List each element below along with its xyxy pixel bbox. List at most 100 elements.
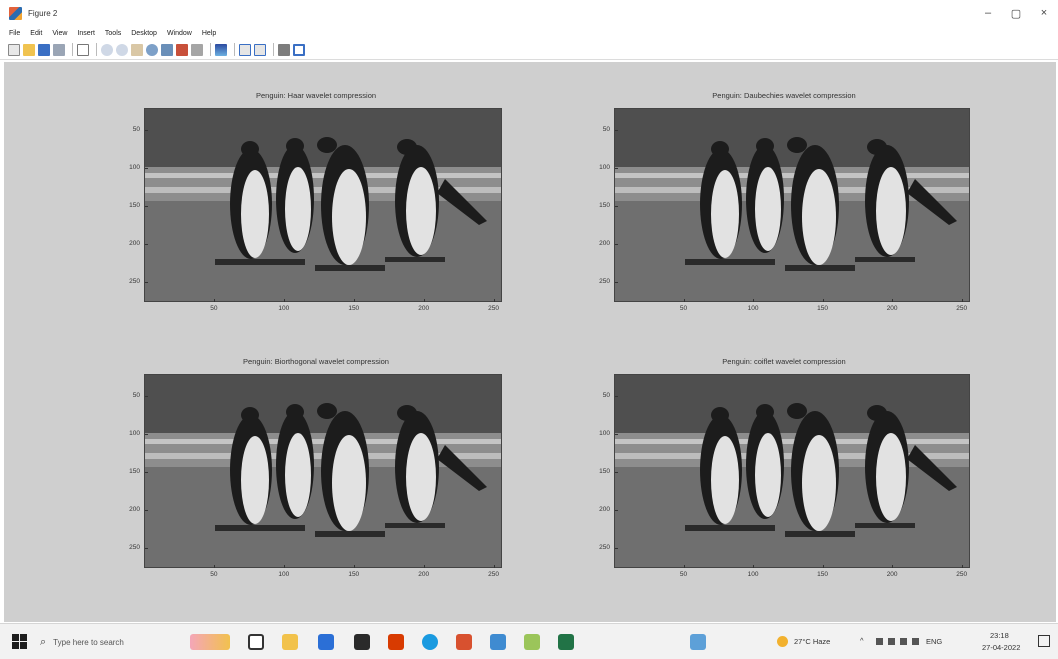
menu-file[interactable]: File	[9, 30, 20, 37]
x-tick-mark	[892, 565, 894, 568]
y-tick-mark	[615, 168, 618, 170]
pointer-icon[interactable]	[77, 43, 89, 56]
brush-icon[interactable]	[176, 43, 188, 56]
menu-bar: File Edit View Insert Tools Desktop Wind…	[0, 26, 1058, 40]
legend-icon[interactable]	[239, 43, 251, 56]
y-tick-label: 50	[602, 392, 610, 399]
save-icon[interactable]	[38, 43, 50, 56]
window-title: Figure 2	[28, 8, 58, 18]
excel-icon[interactable]	[558, 634, 574, 650]
search-icon: ⌕	[40, 635, 47, 648]
image-axes[interactable]	[614, 108, 970, 302]
weather-widget-icon[interactable]	[190, 634, 230, 650]
y-tick-mark	[145, 434, 148, 436]
start-button[interactable]	[12, 634, 27, 649]
show-tools-icon[interactable]	[278, 43, 290, 56]
weather-text[interactable]: 27°C Haze	[794, 637, 830, 646]
file-explorer-icon[interactable]	[282, 634, 298, 650]
y-tick-label: 100	[129, 430, 140, 438]
tray-chevron-icon[interactable]: ^	[860, 636, 864, 645]
x-tick-label: 250	[956, 305, 968, 312]
volume-icon[interactable]	[912, 638, 919, 645]
penguin-image	[615, 375, 969, 567]
clock-date[interactable]: 27-04-2022	[982, 643, 1020, 652]
open-file-icon[interactable]	[23, 43, 35, 56]
figure-toolbar	[0, 40, 1058, 60]
x-tick-mark	[283, 299, 285, 302]
close-button[interactable]: ×	[1030, 0, 1058, 26]
pan-icon[interactable]	[131, 43, 143, 56]
photos-icon[interactable]	[490, 634, 506, 650]
menu-window[interactable]: Window	[167, 30, 192, 37]
x-tick-label: 100	[278, 571, 290, 578]
network-icon[interactable]	[876, 638, 883, 645]
subplot-haar: Penguin: Haar wavelet compression 50 100…	[116, 88, 516, 320]
notepad-icon[interactable]	[524, 634, 540, 650]
notification-icon[interactable]	[1038, 635, 1050, 647]
menu-tools[interactable]: Tools	[105, 30, 121, 37]
link-icon[interactable]	[191, 43, 203, 56]
y-tick-label: 50	[132, 126, 140, 133]
dropbox-icon[interactable]	[354, 634, 370, 650]
y-tick-mark	[615, 130, 618, 131]
subplot-title: Penguin: Daubechies wavelet compression	[712, 91, 856, 100]
search-placeholder: Type here to search	[53, 637, 124, 647]
wifi-icon[interactable]	[900, 638, 907, 645]
menu-help[interactable]: Help	[202, 30, 216, 37]
menu-desktop[interactable]: Desktop	[131, 30, 157, 37]
x-tick-label: 50	[679, 571, 688, 578]
data-cursor-icon[interactable]	[161, 43, 173, 56]
zoom-in-icon[interactable]	[101, 43, 113, 56]
y-tick-mark	[615, 396, 618, 397]
language-indicator[interactable]: ENG	[926, 637, 942, 646]
clock-time[interactable]: 23:18	[990, 631, 1009, 640]
y-tick-label: 200	[129, 506, 140, 514]
y-tick-mark	[145, 396, 148, 397]
image-axes[interactable]	[144, 374, 502, 568]
y-tick-mark	[145, 282, 148, 284]
task-view-icon[interactable]	[248, 634, 264, 650]
menu-insert[interactable]: Insert	[77, 30, 95, 37]
x-tick-label: 250	[488, 571, 500, 578]
dock-figure-icon[interactable]	[293, 43, 305, 56]
chrome-icon[interactable]	[422, 634, 438, 650]
subplot-title: Penguin: Haar wavelet compression	[255, 91, 377, 100]
x-tick-mark	[423, 299, 425, 302]
zoom-out-icon[interactable]	[116, 43, 128, 56]
weather-sun-icon[interactable]	[777, 636, 788, 647]
y-tick-label: 250	[599, 278, 610, 286]
hide-tools-icon[interactable]	[254, 43, 266, 56]
matlab-icon[interactable]	[456, 634, 472, 650]
colorbar-icon[interactable]	[215, 43, 227, 56]
image-axes[interactable]	[614, 374, 970, 568]
x-tick-label: 100	[747, 305, 759, 312]
y-tick-mark	[615, 244, 618, 246]
x-tick-label: 50	[210, 571, 218, 578]
menu-view[interactable]: View	[52, 30, 67, 37]
new-figure-icon[interactable]	[8, 43, 20, 56]
image-axes[interactable]	[144, 108, 502, 302]
rotate-3d-icon[interactable]	[146, 43, 158, 56]
y-tick-mark	[615, 510, 618, 512]
penguin-image	[145, 109, 501, 301]
y-tick-label: 250	[599, 544, 610, 552]
x-tick-mark	[493, 299, 495, 302]
y-tick-mark	[145, 244, 148, 246]
office-icon[interactable]	[388, 634, 404, 650]
y-tick-label: 250	[129, 278, 140, 286]
taskbar-search[interactable]: ⌕ Type here to search	[40, 630, 180, 654]
maximize-button[interactable]: ▢	[1002, 0, 1030, 26]
windows-logo-icon	[12, 634, 19, 641]
x-tick-label: 250	[488, 305, 500, 312]
menu-edit[interactable]: Edit	[30, 30, 42, 37]
print-icon[interactable]	[53, 43, 65, 56]
teams-icon[interactable]	[690, 634, 706, 650]
x-tick-mark	[353, 299, 355, 302]
minimize-button[interactable]: –	[974, 0, 1002, 26]
store-icon[interactable]	[318, 634, 334, 650]
battery-icon[interactable]	[888, 638, 895, 645]
window-controls: – ▢ ×	[974, 0, 1058, 26]
figure-canvas[interactable]: Penguin: Haar wavelet compression 50 100…	[4, 62, 1056, 622]
x-tick-mark	[423, 565, 425, 568]
y-tick-label: 200	[599, 506, 610, 514]
